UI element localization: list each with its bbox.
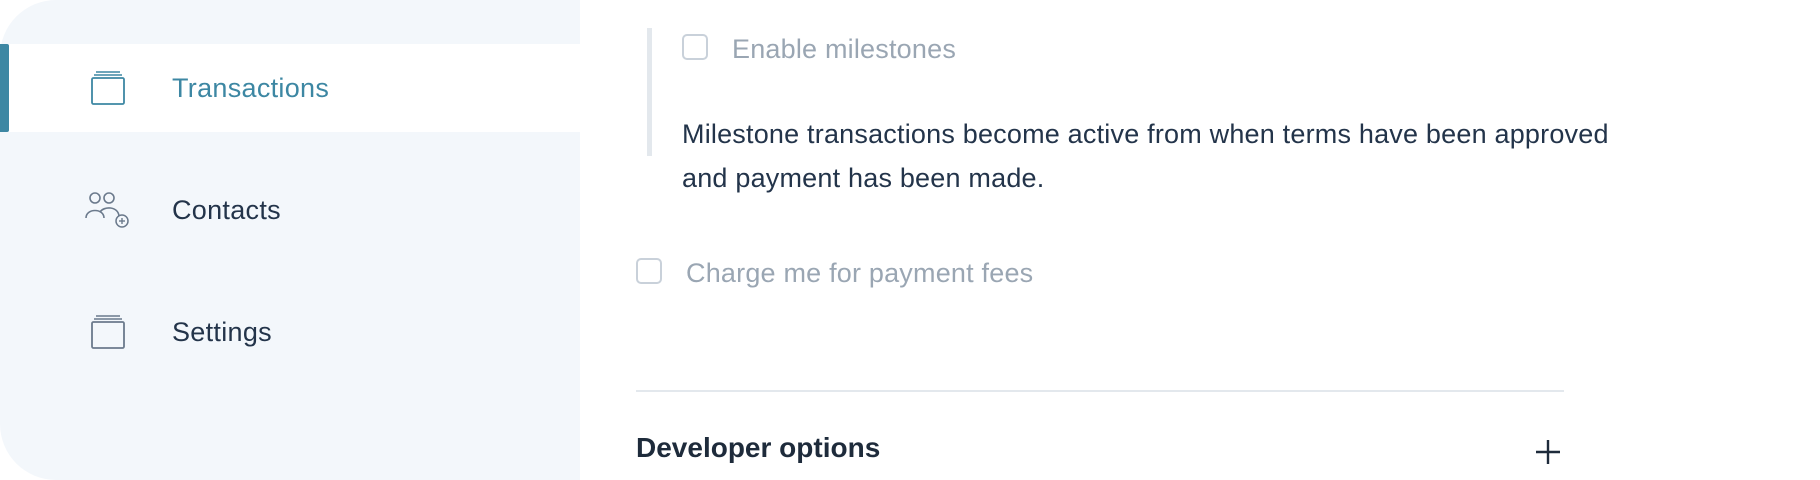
charge-fees-checkbox[interactable]	[636, 258, 662, 284]
sidebar-item-transactions[interactable]: Transactions	[0, 44, 580, 132]
plus-icon[interactable]	[1532, 436, 1564, 468]
sidebar-item-contacts[interactable]: Contacts	[0, 166, 580, 254]
milestone-indent-bar	[647, 28, 652, 156]
contacts-add-icon	[82, 188, 134, 232]
sidebar-item-label: Settings	[172, 316, 272, 347]
milestone-description: Milestone transactions become active fro…	[682, 119, 1609, 193]
sidebar: Transactions Contacts Settings	[0, 0, 580, 480]
sidebar-item-settings[interactable]: Settings	[0, 288, 580, 376]
sidebar-item-label: Contacts	[172, 194, 281, 225]
enable-milestones-label[interactable]: Enable milestones	[732, 34, 956, 65]
sidebar-item-label: Transactions	[172, 72, 330, 103]
enable-milestones-checkbox[interactable]	[682, 34, 708, 60]
settings-icon	[82, 310, 134, 354]
app-window: Transactions Contacts Settings Enable mi…	[0, 0, 1820, 480]
section-divider	[636, 390, 1564, 392]
transactions-icon	[82, 66, 134, 110]
main-content: Enable milestones Milestone transactions…	[580, 0, 1820, 480]
charge-fees-label[interactable]: Charge me for payment fees	[686, 258, 1033, 289]
developer-options-title[interactable]: Developer options	[636, 432, 880, 464]
